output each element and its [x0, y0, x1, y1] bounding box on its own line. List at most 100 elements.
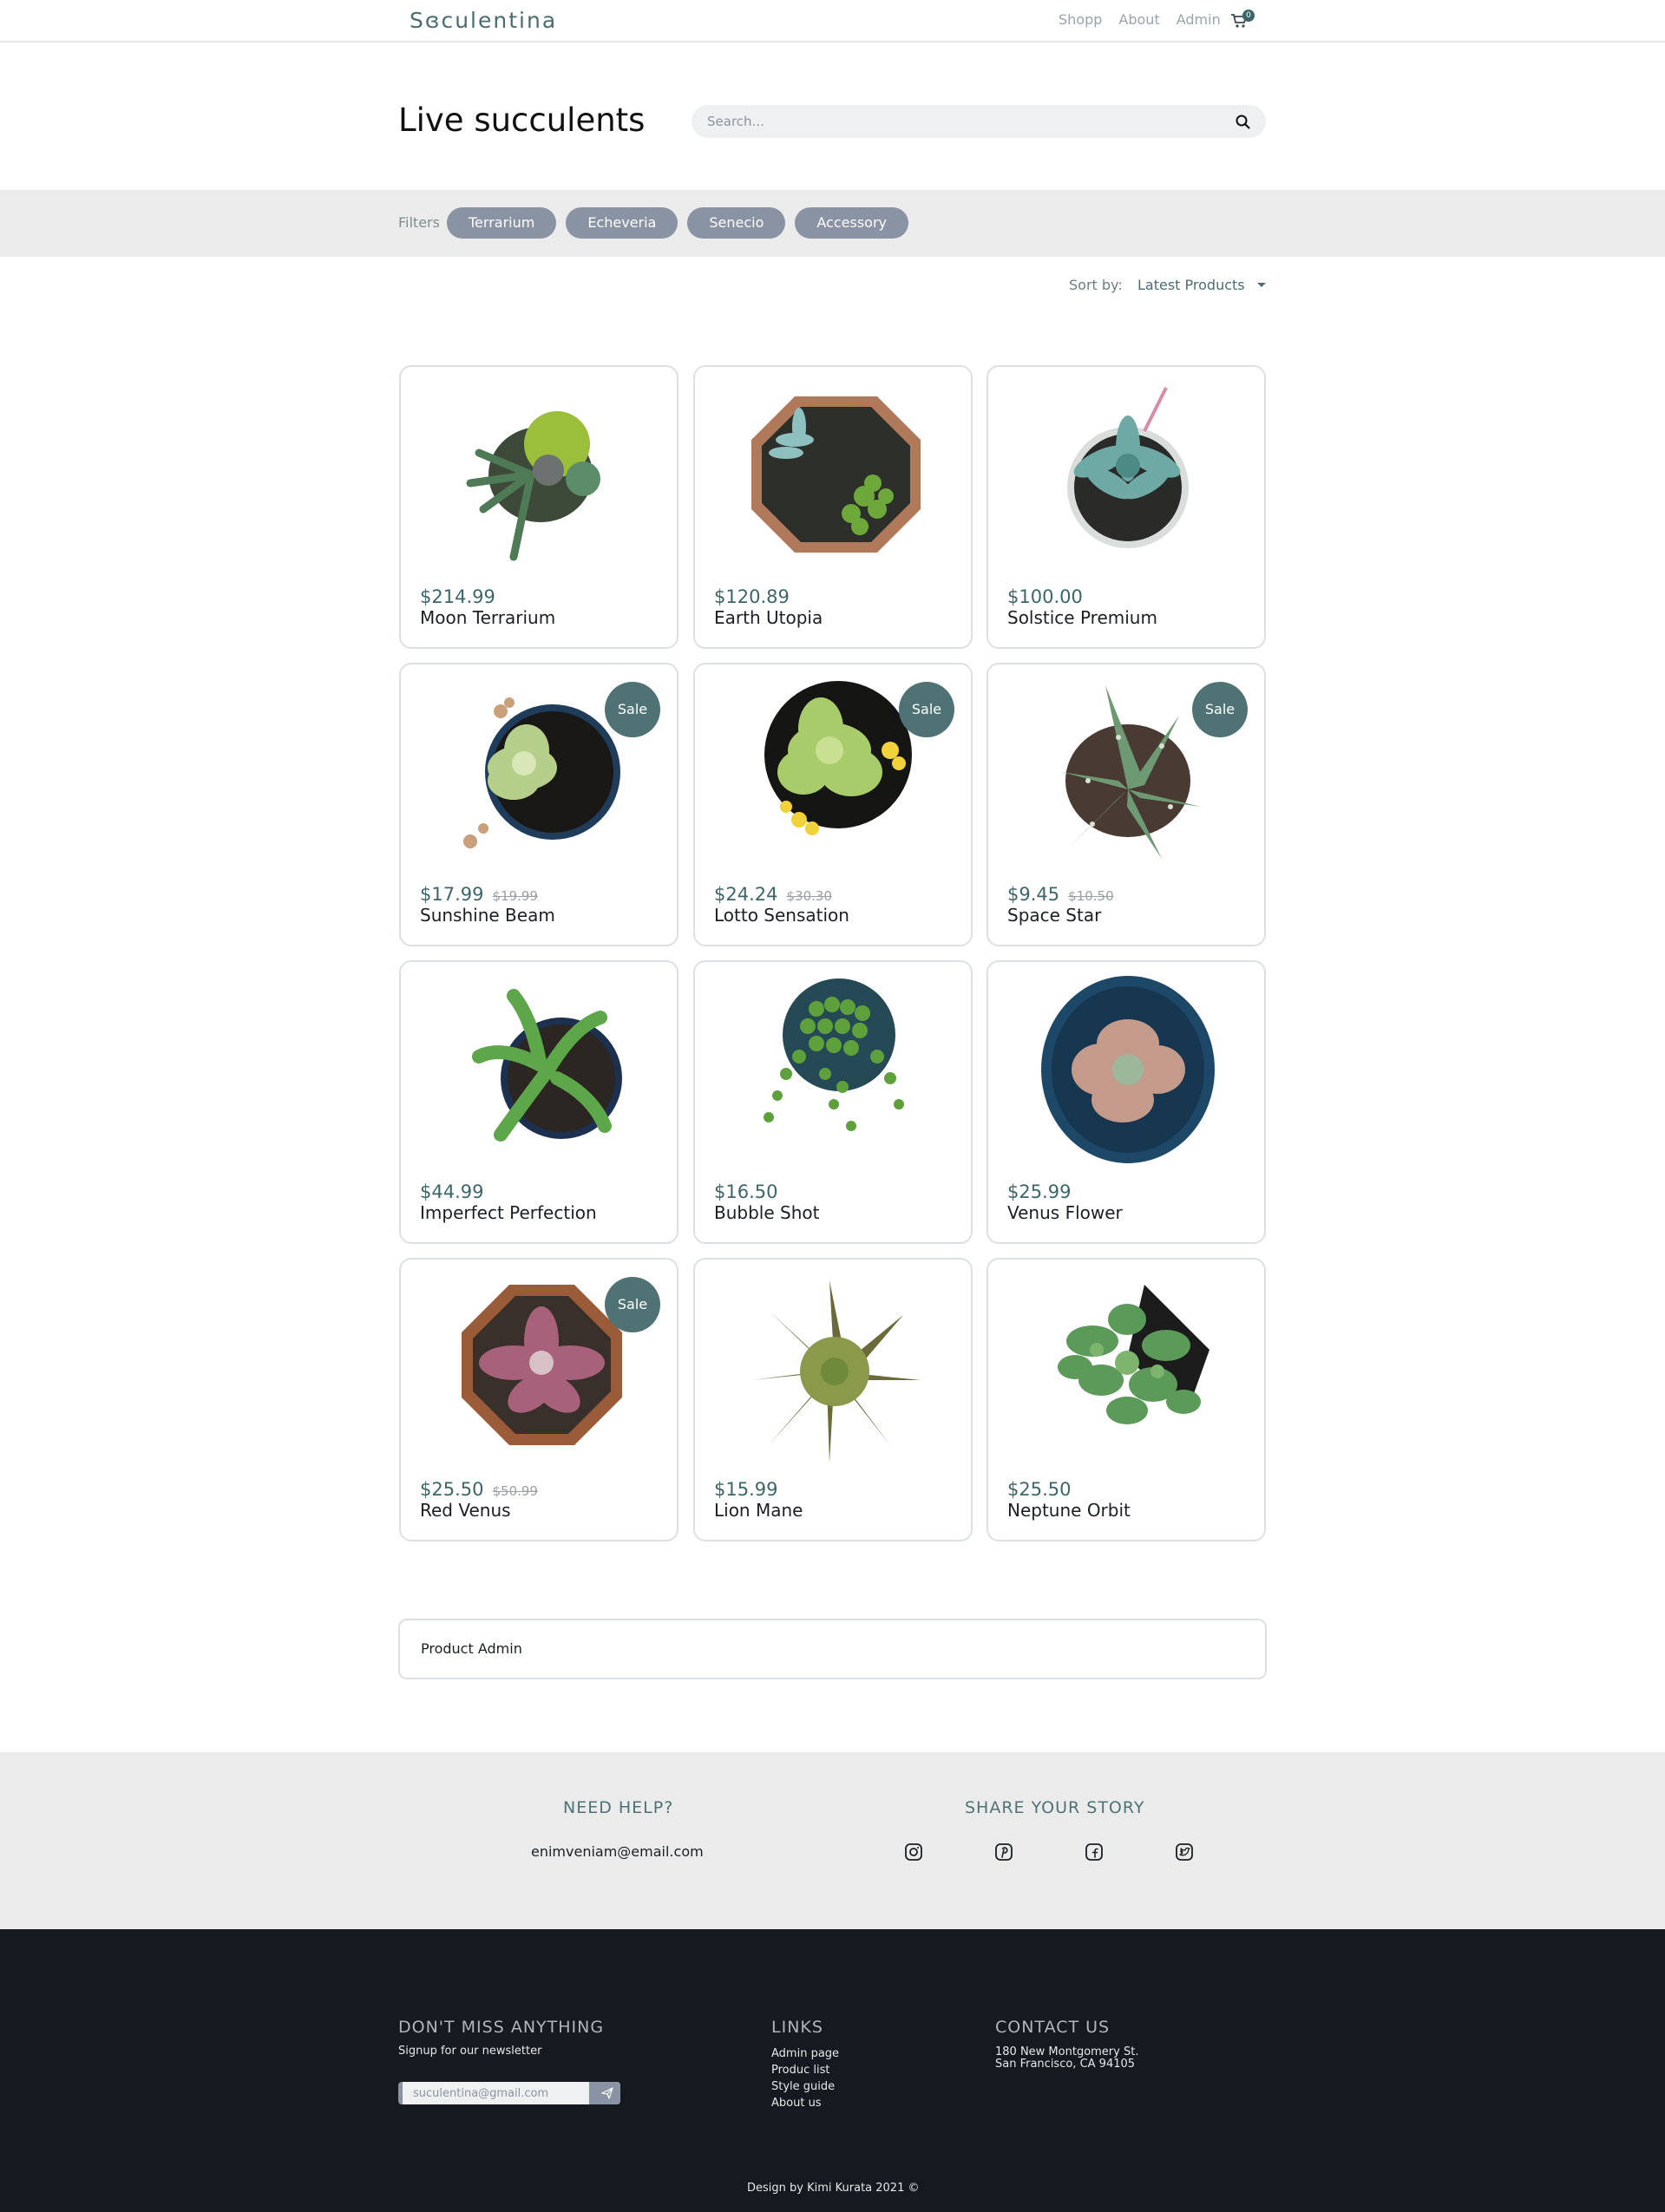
- product-current-price: $44.99: [420, 1181, 484, 1202]
- product-card[interactable]: $25.50 Neptune Orbit: [987, 1258, 1266, 1541]
- facebook-icon[interactable]: [1085, 1842, 1104, 1862]
- imperfect-perfection-image: [472, 989, 622, 1142]
- product-price: $17.99 $19.99: [420, 884, 538, 905]
- navbar: Sɞculentina Shopp About Admin 0: [0, 0, 1665, 43]
- earth-utopia-image: [751, 396, 921, 553]
- product-current-price: $214.99: [420, 586, 495, 607]
- product-price: $15.99: [714, 1479, 777, 1500]
- product-name: Solstice Premium: [1007, 607, 1157, 628]
- help-email[interactable]: enimveniam@email.com: [531, 1843, 704, 1860]
- product-card[interactable]: $25.99 Venus Flower: [987, 960, 1266, 1244]
- lion-mane-image: [751, 1280, 921, 1463]
- caret-down-icon: [1256, 283, 1266, 287]
- product-current-price: $25.50: [1007, 1479, 1072, 1500]
- product-card[interactable]: $25.50 $50.99 Red Venus Sale: [399, 1258, 678, 1541]
- product-old-price: $19.99: [492, 888, 538, 904]
- product-current-price: $100.00: [1007, 586, 1083, 607]
- sort-dropdown[interactable]: Latest Products: [1137, 277, 1266, 293]
- cart-button[interactable]: 0: [1230, 10, 1255, 29]
- product-price: $16.50: [714, 1181, 777, 1202]
- neptune-orbit-image: [1058, 1285, 1209, 1424]
- cart-count-badge: 0: [1242, 10, 1255, 22]
- share-story-title: SHARE YOUR STORY: [965, 1798, 1145, 1817]
- product-old-price: $10.50: [1068, 888, 1114, 904]
- product-price: $25.99: [1007, 1181, 1071, 1202]
- contact-title: CONTACT US: [995, 2018, 1111, 2037]
- filter-chip-senecio[interactable]: Senecio: [687, 207, 786, 239]
- sunshine-beam-image: [463, 697, 620, 848]
- filters-label: Filters: [398, 214, 440, 231]
- newsletter-text: Signup for our newsletter: [398, 2045, 542, 2058]
- sale-badge: Sale: [605, 682, 660, 737]
- pinterest-icon[interactable]: [994, 1842, 1013, 1862]
- nav-link-admin[interactable]: Admin: [1177, 11, 1221, 28]
- product-price: $25.50 $50.99: [420, 1479, 538, 1500]
- filter-chip-echeveria[interactable]: Echeveria: [566, 207, 678, 239]
- product-card[interactable]: $44.99 Imperfect Perfection: [399, 960, 678, 1244]
- product-name: Lion Mane: [714, 1500, 803, 1521]
- product-current-price: $120.89: [714, 586, 790, 607]
- links-title: LINKS: [771, 2018, 823, 2037]
- nav-link-about[interactable]: About: [1118, 11, 1159, 28]
- footer-link-product-list[interactable]: Produc list: [771, 2062, 839, 2078]
- product-price: $9.45 $10.50: [1007, 884, 1114, 905]
- sort-label: Sort by:: [1069, 277, 1123, 293]
- sale-badge: Sale: [1192, 682, 1248, 737]
- sort-value: Latest Products: [1137, 277, 1245, 293]
- footer-link-about-us[interactable]: About us: [771, 2095, 839, 2111]
- product-card[interactable]: $15.99 Lion Mane: [693, 1258, 973, 1541]
- venus-flower-image: [1041, 976, 1215, 1163]
- solstice-premium-image: [1067, 387, 1189, 548]
- sale-badge: Sale: [899, 682, 954, 737]
- product-card[interactable]: $17.99 $19.99 Sunshine Beam Sale: [399, 663, 678, 946]
- footer-link-style-guide[interactable]: Style guide: [771, 2078, 839, 2095]
- product-card[interactable]: $16.50 Bubble Shot: [693, 960, 973, 1244]
- newsletter-form: [398, 2082, 620, 2104]
- product-current-price: $25.99: [1007, 1181, 1072, 1202]
- product-name: Imperfect Perfection: [420, 1202, 597, 1223]
- newsletter-email-input[interactable]: [413, 2082, 587, 2104]
- moon-terrarium-image: [466, 411, 600, 561]
- footer-links: Admin page Produc list Style guide About…: [771, 2045, 839, 2111]
- product-card[interactable]: $9.45 $10.50 Space Star Sale: [987, 663, 1266, 946]
- search-icon[interactable]: [1234, 113, 1253, 132]
- design-credit: Design by Kimi Kurata 2021 ©: [747, 2182, 920, 2195]
- sale-badge: Sale: [605, 1277, 660, 1332]
- product-price: $214.99: [420, 586, 495, 607]
- space-star-image: [1062, 685, 1201, 859]
- page-title: Live succulents: [398, 101, 646, 139]
- product-card[interactable]: $100.00 Solstice Premium: [987, 365, 1266, 649]
- product-price: $24.24 $30.30: [714, 884, 832, 905]
- newsletter-title: DON'T MISS ANYTHING: [398, 2018, 605, 2037]
- filter-chip-accessory[interactable]: Accessory: [795, 207, 908, 239]
- footer-link-admin-page[interactable]: Admin page: [771, 2045, 839, 2062]
- product-card[interactable]: $24.24 $30.30 Lotto Sensation Sale: [693, 663, 973, 946]
- instagram-icon[interactable]: [904, 1842, 923, 1862]
- product-name: Space Star: [1007, 905, 1102, 926]
- twitter-icon[interactable]: [1175, 1842, 1194, 1862]
- filter-chip-terrarium[interactable]: Terrarium: [447, 207, 557, 239]
- logo[interactable]: Sɞculentina: [410, 8, 557, 33]
- newsletter-submit-button[interactable]: [589, 2082, 620, 2104]
- product-old-price: $50.99: [492, 1483, 538, 1499]
- product-price: $44.99: [420, 1181, 483, 1202]
- product-price: $100.00: [1007, 586, 1083, 607]
- product-admin-button[interactable]: Product Admin: [398, 1619, 1267, 1679]
- product-price: $25.50: [1007, 1479, 1071, 1500]
- product-current-price: $9.45: [1007, 884, 1060, 905]
- search-input[interactable]: [707, 105, 1210, 138]
- product-card[interactable]: $214.99 Moon Terrarium: [399, 365, 678, 649]
- product-name: Red Venus: [420, 1500, 511, 1521]
- red-venus-image: [462, 1285, 622, 1445]
- product-name: Neptune Orbit: [1007, 1500, 1131, 1521]
- send-icon: [601, 2087, 613, 2099]
- product-name: Venus Flower: [1007, 1202, 1123, 1223]
- product-admin-label: Product Admin: [421, 1640, 522, 1657]
- product-price: $120.89: [714, 586, 790, 607]
- product-name: Lotto Sensation: [714, 905, 849, 926]
- product-current-price: $24.24: [714, 884, 778, 905]
- contact-address-line2: San Francisco, CA 94105: [995, 2058, 1136, 2071]
- footer: DON'T MISS ANYTHING Signup for our newsl…: [0, 1929, 1665, 2212]
- nav-link-shop[interactable]: Shopp: [1059, 11, 1102, 28]
- product-card[interactable]: $120.89 Earth Utopia: [693, 365, 973, 649]
